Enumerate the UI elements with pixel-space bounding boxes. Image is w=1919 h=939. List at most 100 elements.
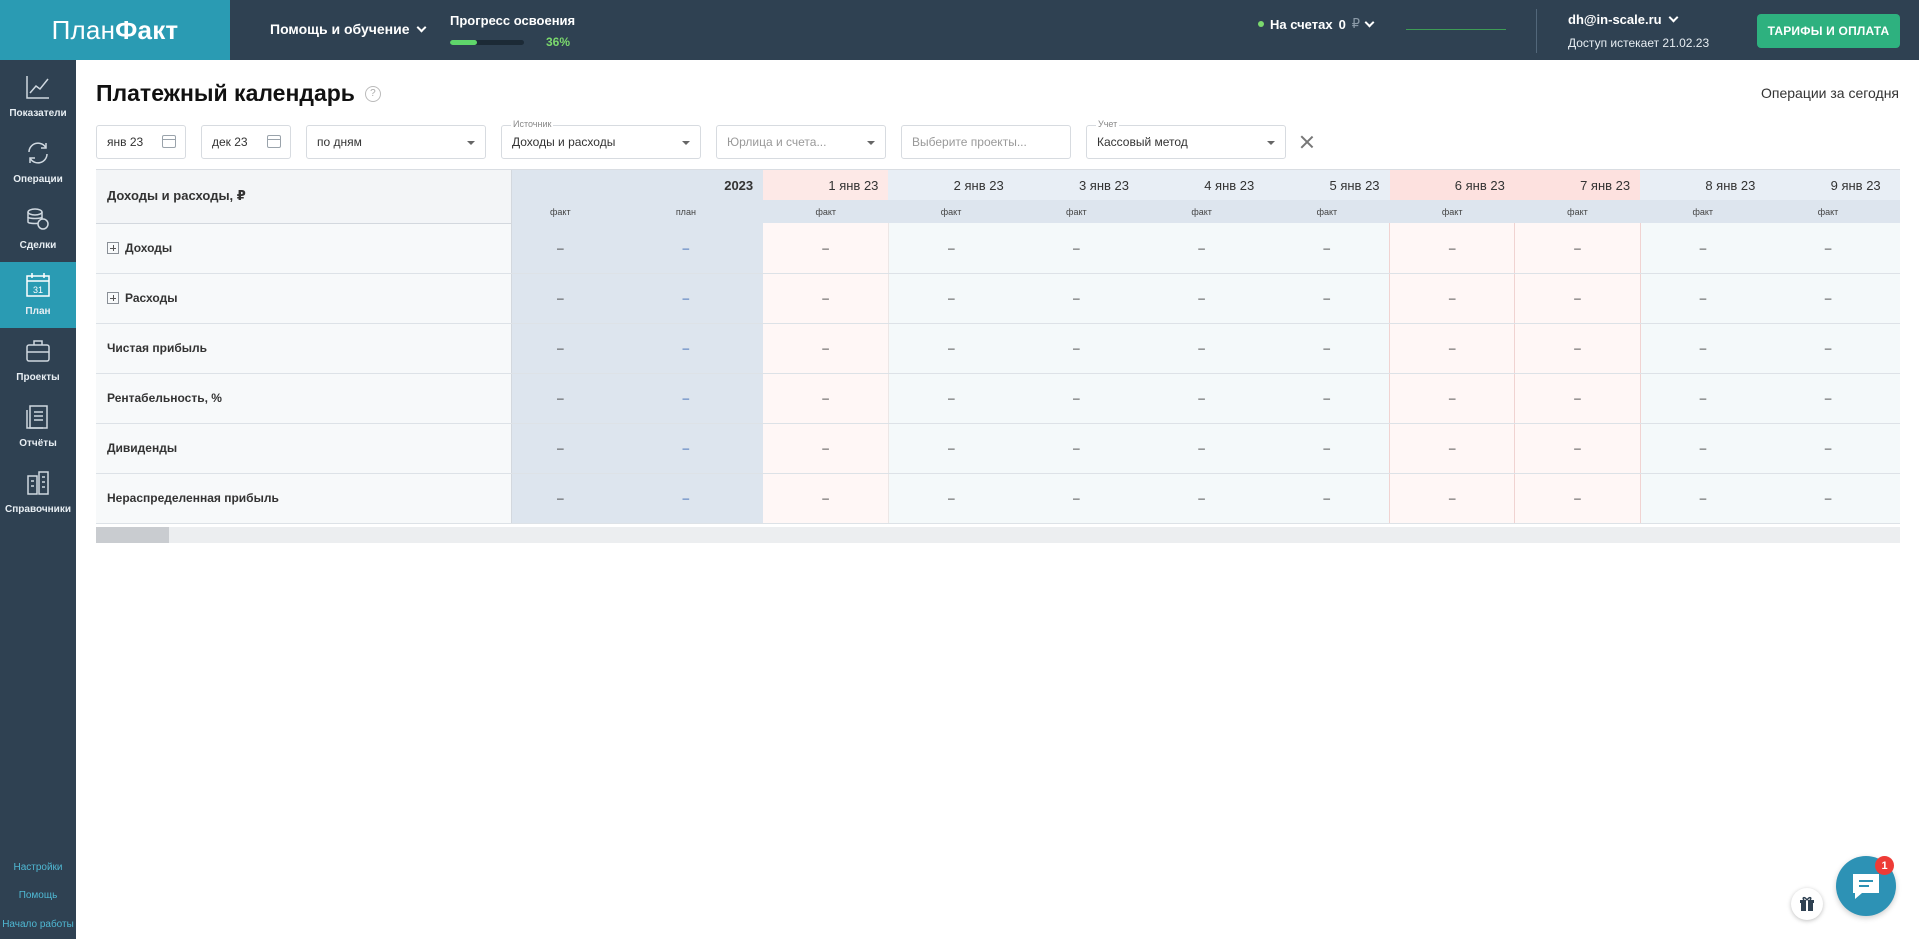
sidebar-item-directories[interactable]: Справочники (0, 460, 76, 526)
day-cell[interactable]: – (1138, 473, 1265, 524)
expand-plus-icon[interactable] (107, 242, 119, 254)
day-cell[interactable]: – (1514, 423, 1641, 474)
source-select[interactable]: Источник Доходы и расходы (501, 119, 701, 159)
learning-progress[interactable]: Прогресс освоения 36% (450, 13, 575, 49)
grouping-select[interactable]: по дням (306, 125, 486, 159)
year-plan-cell[interactable]: – (608, 423, 764, 474)
accounting-method-select[interactable]: Учет Кассовый метод (1086, 119, 1286, 159)
projects-select[interactable]: Выберите проекты... (901, 125, 1071, 159)
day-cell[interactable]: – (763, 423, 889, 474)
help-circle-icon[interactable]: ? (364, 85, 381, 102)
day-cell[interactable]: – (763, 273, 889, 324)
sidebar-link-getting-started[interactable]: Начало работы (0, 919, 76, 930)
day-cell[interactable]: – (888, 323, 1014, 374)
day-cell[interactable]: – (1514, 323, 1641, 374)
day-cell[interactable]: – (1514, 273, 1641, 324)
day-cell[interactable]: – (1389, 273, 1516, 324)
expand-plus-icon[interactable] (107, 292, 119, 304)
day-cell[interactable]: – (1514, 473, 1641, 524)
day-cell[interactable]: – (763, 323, 889, 374)
day-cell[interactable]: – (763, 473, 889, 524)
day-cell[interactable]: – (1765, 423, 1891, 474)
year-fact-cell[interactable]: – (511, 473, 609, 524)
tariffs-button[interactable]: ТАРИФЫ И ОПЛАТА (1757, 14, 1900, 48)
day-cell[interactable]: – (1013, 273, 1139, 324)
day-cell[interactable]: – (1514, 223, 1641, 274)
operations-today-link[interactable]: Операции за сегодня (1761, 85, 1899, 101)
day-cell[interactable]: – (1013, 373, 1139, 424)
day-cell[interactable]: – (1640, 273, 1766, 324)
day-cell[interactable]: – (1389, 423, 1516, 474)
day-cell[interactable]: – (1013, 423, 1139, 474)
sidebar-item-reports[interactable]: Отчёты (0, 394, 76, 460)
day-cell[interactable]: – (1138, 223, 1265, 274)
day-cell[interactable]: – (1765, 223, 1891, 274)
day-cell[interactable]: – (888, 273, 1014, 324)
day-cell[interactable]: – (1389, 323, 1516, 374)
year-fact-cell[interactable]: – (511, 373, 609, 424)
day-cell[interactable]: – (1890, 323, 1900, 374)
sidebar-link-settings[interactable]: Настройки (0, 862, 76, 873)
day-cell[interactable]: – (1640, 373, 1766, 424)
day-cell[interactable]: – (1890, 423, 1900, 474)
day-cell[interactable]: – (1514, 373, 1641, 424)
account-menu[interactable]: dh@in-scale.ru Доступ истекает 21.02.23 (1568, 12, 1709, 50)
row-label-cell[interactable]: Доходы (96, 223, 513, 274)
day-cell[interactable]: – (1890, 373, 1900, 424)
sidebar-link-help[interactable]: Помощь (0, 890, 76, 901)
day-cell[interactable]: – (1264, 473, 1390, 524)
help-menu[interactable]: Помощь и обучение (270, 21, 426, 37)
year-fact-cell[interactable]: – (511, 223, 609, 274)
year-plan-cell[interactable]: – (608, 473, 764, 524)
day-cell[interactable]: – (1264, 273, 1390, 324)
day-cell[interactable]: – (888, 373, 1014, 424)
year-fact-cell[interactable]: – (511, 323, 609, 374)
day-cell[interactable]: – (888, 223, 1014, 274)
day-cell[interactable]: – (1138, 423, 1265, 474)
sidebar-item-projects[interactable]: Проекты (0, 328, 76, 394)
day-cell[interactable]: – (888, 473, 1014, 524)
day-cell[interactable]: – (1389, 223, 1516, 274)
day-cell[interactable]: – (1264, 423, 1390, 474)
day-cell[interactable]: – (1765, 323, 1891, 374)
year-plan-cell[interactable]: – (608, 373, 764, 424)
entities-select[interactable]: Юрлица и счета... (716, 125, 886, 159)
day-cell[interactable]: – (1640, 323, 1766, 374)
day-cell[interactable]: – (1138, 323, 1265, 374)
day-cell[interactable]: – (1264, 323, 1390, 374)
sidebar-item-operations[interactable]: Операции (0, 130, 76, 196)
gift-icon[interactable] (1791, 888, 1823, 920)
day-cell[interactable]: – (1389, 473, 1516, 524)
year-fact-cell[interactable]: – (511, 273, 609, 324)
day-cell[interactable]: – (1264, 223, 1390, 274)
clear-filters-icon[interactable] (1299, 134, 1315, 150)
balance-dropdown[interactable]: На счетах 0 ₽ (1258, 16, 1375, 32)
day-cell[interactable]: – (1890, 473, 1900, 524)
day-cell[interactable]: – (1765, 273, 1891, 324)
app-logo[interactable]: План Факт (0, 0, 230, 60)
row-label-cell[interactable]: Расходы (96, 273, 513, 324)
day-cell[interactable]: – (1013, 223, 1139, 274)
day-cell[interactable]: – (763, 373, 889, 424)
scrollbar-thumb[interactable] (96, 527, 169, 543)
day-cell[interactable]: – (1013, 323, 1139, 374)
sidebar-item-plan[interactable]: 31 План (0, 262, 76, 328)
day-cell[interactable]: – (1013, 473, 1139, 524)
day-cell[interactable]: – (1138, 373, 1265, 424)
sidebar-item-indicators[interactable]: Показатели (0, 64, 76, 130)
day-cell[interactable]: – (1138, 273, 1265, 324)
day-cell[interactable]: – (1264, 373, 1390, 424)
day-cell[interactable]: – (1640, 473, 1766, 524)
horizontal-scrollbar[interactable] (96, 527, 1900, 543)
day-cell[interactable]: – (1640, 423, 1766, 474)
year-plan-cell[interactable]: – (608, 273, 764, 324)
day-cell[interactable]: – (1890, 273, 1900, 324)
day-cell[interactable]: – (1765, 373, 1891, 424)
date-from-picker[interactable]: янв 23 (96, 125, 186, 159)
day-cell[interactable]: – (1389, 373, 1516, 424)
sidebar-item-deals[interactable]: Сделки (0, 196, 76, 262)
year-fact-cell[interactable]: – (511, 423, 609, 474)
day-cell[interactable]: – (1765, 473, 1891, 524)
day-cell[interactable]: – (1640, 223, 1766, 274)
year-plan-cell[interactable]: – (608, 223, 764, 274)
